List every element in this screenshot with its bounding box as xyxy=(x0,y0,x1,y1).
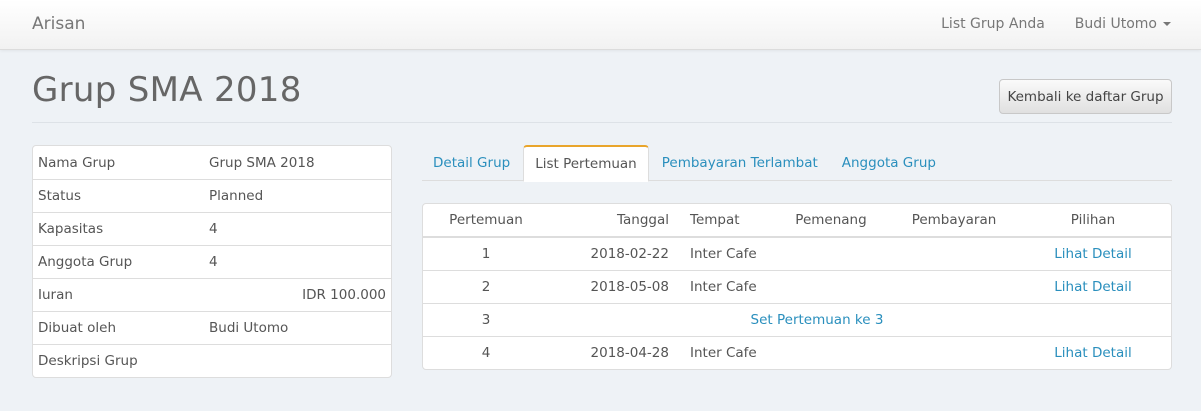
column-header: Tanggal xyxy=(549,204,673,238)
info-label: Iuran xyxy=(38,287,73,303)
meeting-payment xyxy=(893,269,1015,303)
info-value: Planned xyxy=(209,188,264,204)
meeting-date: 2018-02-22 xyxy=(549,236,673,270)
table-header-row: Pertemuan Tanggal Tempat Pemenang Pembay… xyxy=(423,204,1171,238)
meeting-payment xyxy=(893,236,1015,270)
info-row-kapasitas: Kapasitas 4 xyxy=(33,212,391,245)
view-detail-link[interactable]: Lihat Detail xyxy=(1054,246,1131,262)
meeting-action-empty xyxy=(1015,302,1171,336)
info-label: Deskripsi Grup xyxy=(38,353,138,369)
info-row-anggota-grup: Anggota Grup 4 xyxy=(33,245,391,278)
header-divider xyxy=(32,122,1172,123)
info-value: Budi Utomo xyxy=(209,320,289,336)
column-header: Tempat xyxy=(673,204,769,238)
info-value: 4 xyxy=(209,221,218,237)
meeting-payment xyxy=(893,335,1015,369)
back-to-groups-button[interactable]: Kembali ke daftar Grup xyxy=(999,79,1172,114)
meeting-date: 2018-05-08 xyxy=(549,269,673,303)
nav-list-grup-anda[interactable]: List Grup Anda xyxy=(941,16,1045,32)
info-row-nama-grup: Nama Grup Grup SMA 2018 xyxy=(33,146,391,179)
meetings-table: Pertemuan Tanggal Tempat Pemenang Pembay… xyxy=(422,203,1172,370)
view-detail-link[interactable]: Lihat Detail xyxy=(1054,345,1131,361)
info-row-dibuat-oleh: Dibuat oleh Budi Utomo xyxy=(33,311,391,344)
set-meeting-cell: Set Pertemuan ke 3 xyxy=(549,302,1015,336)
meeting-number: 4 xyxy=(423,335,549,369)
table-row: 2 2018-05-08 Inter Cafe Lihat Detail xyxy=(423,269,1171,303)
user-menu[interactable]: Budi Utomo xyxy=(1075,16,1171,32)
tab-pembayaran-terlambat[interactable]: Pembayaran Terlambat xyxy=(651,145,829,181)
caret-down-icon xyxy=(1163,22,1171,26)
nav-right: List Grup Anda Budi Utomo xyxy=(941,16,1171,32)
meeting-date: 2018-04-28 xyxy=(549,335,673,369)
meeting-number: 1 xyxy=(423,236,549,270)
column-header: Pembayaran xyxy=(893,204,1015,238)
tab-list-pertemuan[interactable]: List Pertemuan xyxy=(523,145,649,182)
info-label: Kapasitas xyxy=(38,221,104,237)
meeting-winner xyxy=(769,269,893,303)
info-row-deskripsi-grup: Deskripsi Grup xyxy=(33,344,391,377)
meeting-place: Inter Cafe xyxy=(673,335,769,369)
info-value: Grup SMA 2018 xyxy=(209,154,315,171)
info-value: 4 xyxy=(209,254,218,270)
info-label: Status xyxy=(38,188,82,204)
page-title: Grup SMA 2018 xyxy=(32,70,302,110)
info-label: Dibuat oleh xyxy=(38,320,117,336)
meeting-place: Inter Cafe xyxy=(673,236,769,270)
info-row-status: Status Planned xyxy=(33,179,391,212)
info-value: IDR 100.000 xyxy=(302,287,386,303)
set-meeting-link[interactable]: Set Pertemuan ke 3 xyxy=(751,312,884,328)
column-header: Pertemuan xyxy=(423,204,549,238)
group-info-table: Nama Grup Grup SMA 2018 Status Planned K… xyxy=(32,145,392,378)
meeting-number: 3 xyxy=(423,302,549,336)
user-name: Budi Utomo xyxy=(1074,16,1157,32)
column-header: Pemenang xyxy=(769,204,893,238)
tab-anggota-grup[interactable]: Anggota Grup xyxy=(831,145,947,181)
navbar: Arisan List Grup Anda Budi Utomo xyxy=(0,0,1201,50)
view-detail-link[interactable]: Lihat Detail xyxy=(1054,279,1131,295)
table-row: 1 2018-02-22 Inter Cafe Lihat Detail xyxy=(423,236,1171,270)
meeting-winner xyxy=(769,335,893,369)
group-tabs: Detail Grup List Pertemuan Pembayaran Te… xyxy=(422,145,1172,182)
meeting-number: 2 xyxy=(423,269,549,303)
meeting-place: Inter Cafe xyxy=(673,269,769,303)
tab-detail-grup[interactable]: Detail Grup xyxy=(422,145,521,181)
info-label: Nama Grup xyxy=(38,154,116,171)
table-row: 4 2018-04-28 Inter Cafe Lihat Detail xyxy=(423,335,1171,369)
table-row: 3 Set Pertemuan ke 3 xyxy=(423,302,1171,336)
info-label: Anggota Grup xyxy=(38,254,133,270)
brand-logo[interactable]: Arisan xyxy=(32,14,85,34)
meeting-winner xyxy=(769,236,893,270)
info-row-iuran: Iuran IDR 100.000 xyxy=(33,278,391,311)
column-header: Pilihan xyxy=(1015,204,1171,238)
